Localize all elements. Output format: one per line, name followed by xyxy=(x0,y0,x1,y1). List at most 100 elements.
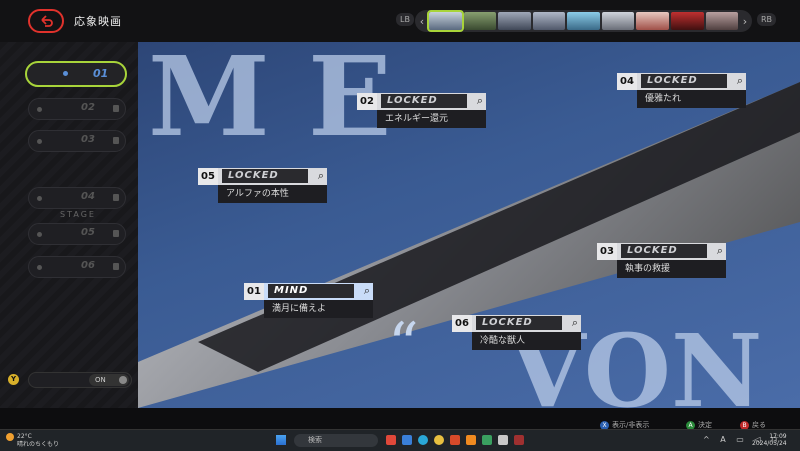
start-button-icon[interactable] xyxy=(276,435,286,445)
back-arrow-icon xyxy=(41,15,53,27)
lb-button[interactable]: LB xyxy=(396,13,414,26)
auto-toggle[interactable]: ON xyxy=(28,372,132,388)
character-thumb[interactable] xyxy=(427,10,464,32)
character-thumb[interactable] xyxy=(498,12,531,30)
back-button[interactable] xyxy=(28,9,64,33)
chapter-number: 04 xyxy=(617,73,637,90)
chapter-tag: LOCKED ⌕ xyxy=(617,243,726,260)
episode-05-button[interactable]: 05 xyxy=(28,223,126,245)
chapter-number: 01 xyxy=(244,283,264,300)
chapter-tag-label: LOCKED xyxy=(641,74,727,88)
lock-icon xyxy=(113,194,119,201)
lock-icon xyxy=(113,263,119,270)
hint-label: 決定 xyxy=(698,421,712,429)
stage-label: STAGE xyxy=(60,210,96,219)
game-icon[interactable] xyxy=(514,435,524,445)
vlc-icon[interactable] xyxy=(466,435,476,445)
magnifier-icon: ⌕ xyxy=(571,316,578,329)
character-thumb[interactable] xyxy=(705,12,739,30)
character-thumb[interactable] xyxy=(601,12,635,30)
chapter-number: 06 xyxy=(452,315,472,332)
lock-icon xyxy=(113,137,119,144)
episode-dot-icon xyxy=(37,265,42,270)
chapter-tag: LOCKED ⌕ xyxy=(377,93,486,110)
app-icon[interactable] xyxy=(482,435,492,445)
weather-desc: 晴れのちくもり xyxy=(17,441,60,448)
chapter-number: 03 xyxy=(597,243,617,260)
episode-dot-icon xyxy=(37,107,42,112)
chapter-tag-label: LOCKED xyxy=(381,94,467,108)
rb-button[interactable]: RB xyxy=(757,13,777,26)
hint-label: 戻る xyxy=(752,421,766,429)
clock[interactable]: 17:09 2024/05/24 xyxy=(752,433,787,447)
chapter-subtitle: 冷酷な獣人 xyxy=(472,332,581,350)
y-button-icon: Y xyxy=(8,374,19,385)
chapter-number: 02 xyxy=(357,93,377,110)
episode-number: 02 xyxy=(81,102,95,113)
episode-number: 03 xyxy=(81,134,95,145)
episode-06-button[interactable]: 06 xyxy=(28,256,126,278)
top-bar: 応象映画 LB ‹ › RB xyxy=(0,0,800,42)
chapter-tag-label: LOCKED xyxy=(476,316,562,330)
sun-icon xyxy=(6,433,14,441)
chapter-art: M E VON “ 01 MIND ⌕ 満月に備えよ 02 LOCKED ⌕ エ… xyxy=(138,42,800,408)
chapter-tag: LOCKED ⌕ xyxy=(637,73,746,90)
chapter-tag-label: LOCKED xyxy=(621,244,707,258)
episode-number: 05 xyxy=(81,227,95,238)
character-thumb[interactable] xyxy=(567,12,600,30)
episode-04-button[interactable]: 04 xyxy=(28,187,126,209)
clock-time: 17:09 xyxy=(769,433,787,440)
taskbar-search[interactable]: 検索 xyxy=(294,434,378,447)
chapter-subtitle: 執事の救援 xyxy=(617,260,726,278)
chrome-icon[interactable] xyxy=(434,435,444,445)
chapter-number: 05 xyxy=(198,168,218,185)
chapter-tag: LOCKED ⌕ xyxy=(218,168,327,185)
next-character-button[interactable]: › xyxy=(738,15,752,28)
explorer-icon[interactable] xyxy=(402,435,412,445)
magnifier-icon: ⌕ xyxy=(736,74,743,87)
episode-dot-icon xyxy=(37,196,42,201)
episode-03-button[interactable]: 03 xyxy=(28,130,126,152)
episode-number: 04 xyxy=(81,191,95,202)
app-icon[interactable] xyxy=(498,435,508,445)
character-thumb[interactable] xyxy=(532,12,566,30)
magnifier-icon: ⌕ xyxy=(317,169,324,182)
episode-dot-icon xyxy=(63,71,68,76)
episode-01-button[interactable]: 01 xyxy=(25,61,127,87)
app-icon[interactable] xyxy=(386,435,396,445)
episode-02-button[interactable]: 02 xyxy=(28,98,126,120)
chapter-tag-label: MIND xyxy=(268,284,354,298)
magnifier-icon: ⌕ xyxy=(363,284,370,297)
page-title: 応象映画 xyxy=(74,15,122,28)
weather-widget[interactable]: 22°C 晴れのちくもり xyxy=(6,433,59,448)
character-thumb[interactable] xyxy=(463,12,497,30)
hint-label: 表示/非表示 xyxy=(612,421,650,429)
episode-number: 01 xyxy=(93,67,109,80)
character-strip: ‹ › xyxy=(415,10,752,32)
chapter-tag: MIND ⌕ xyxy=(264,283,373,300)
chapter-subtitle: 優雅たれ xyxy=(637,90,746,108)
lock-icon xyxy=(113,105,119,112)
character-thumb[interactable] xyxy=(636,12,669,30)
chapter-subtitle: アルファの本性 xyxy=(218,185,327,203)
magnifier-icon: ⌕ xyxy=(716,244,723,257)
clock-date: 2024/05/24 xyxy=(752,440,787,447)
episode-sidebar: 01 02 03 STAGE 04 05 06 Y ON xyxy=(0,42,138,408)
magnifier-icon: ⌕ xyxy=(476,94,483,107)
edge-icon[interactable] xyxy=(418,435,428,445)
toggle-state: ON xyxy=(89,374,129,386)
episode-dot-icon xyxy=(37,232,42,237)
auto-toggle-row: Y ON xyxy=(8,372,132,388)
prev-character-button[interactable]: ‹ xyxy=(415,15,429,28)
episode-number: 06 xyxy=(81,260,95,271)
app-icon[interactable] xyxy=(450,435,460,445)
os-taskbar: 22°C 晴れのちくもり 検索 ^ A ▭ ◁ ⊓ 17:09 2024/05/… xyxy=(0,429,800,451)
character-thumb[interactable] xyxy=(670,12,704,30)
episode-dot-icon xyxy=(37,139,42,144)
quote-mark: “ xyxy=(388,310,419,380)
weather-temp: 22°C xyxy=(17,433,32,440)
chapter-tag-label: LOCKED xyxy=(222,169,308,183)
chapter-subtitle: 満月に備えよ xyxy=(264,300,373,318)
search-placeholder: 検索 xyxy=(308,436,322,444)
chapter-subtitle: エネルギー還元 xyxy=(377,110,486,128)
